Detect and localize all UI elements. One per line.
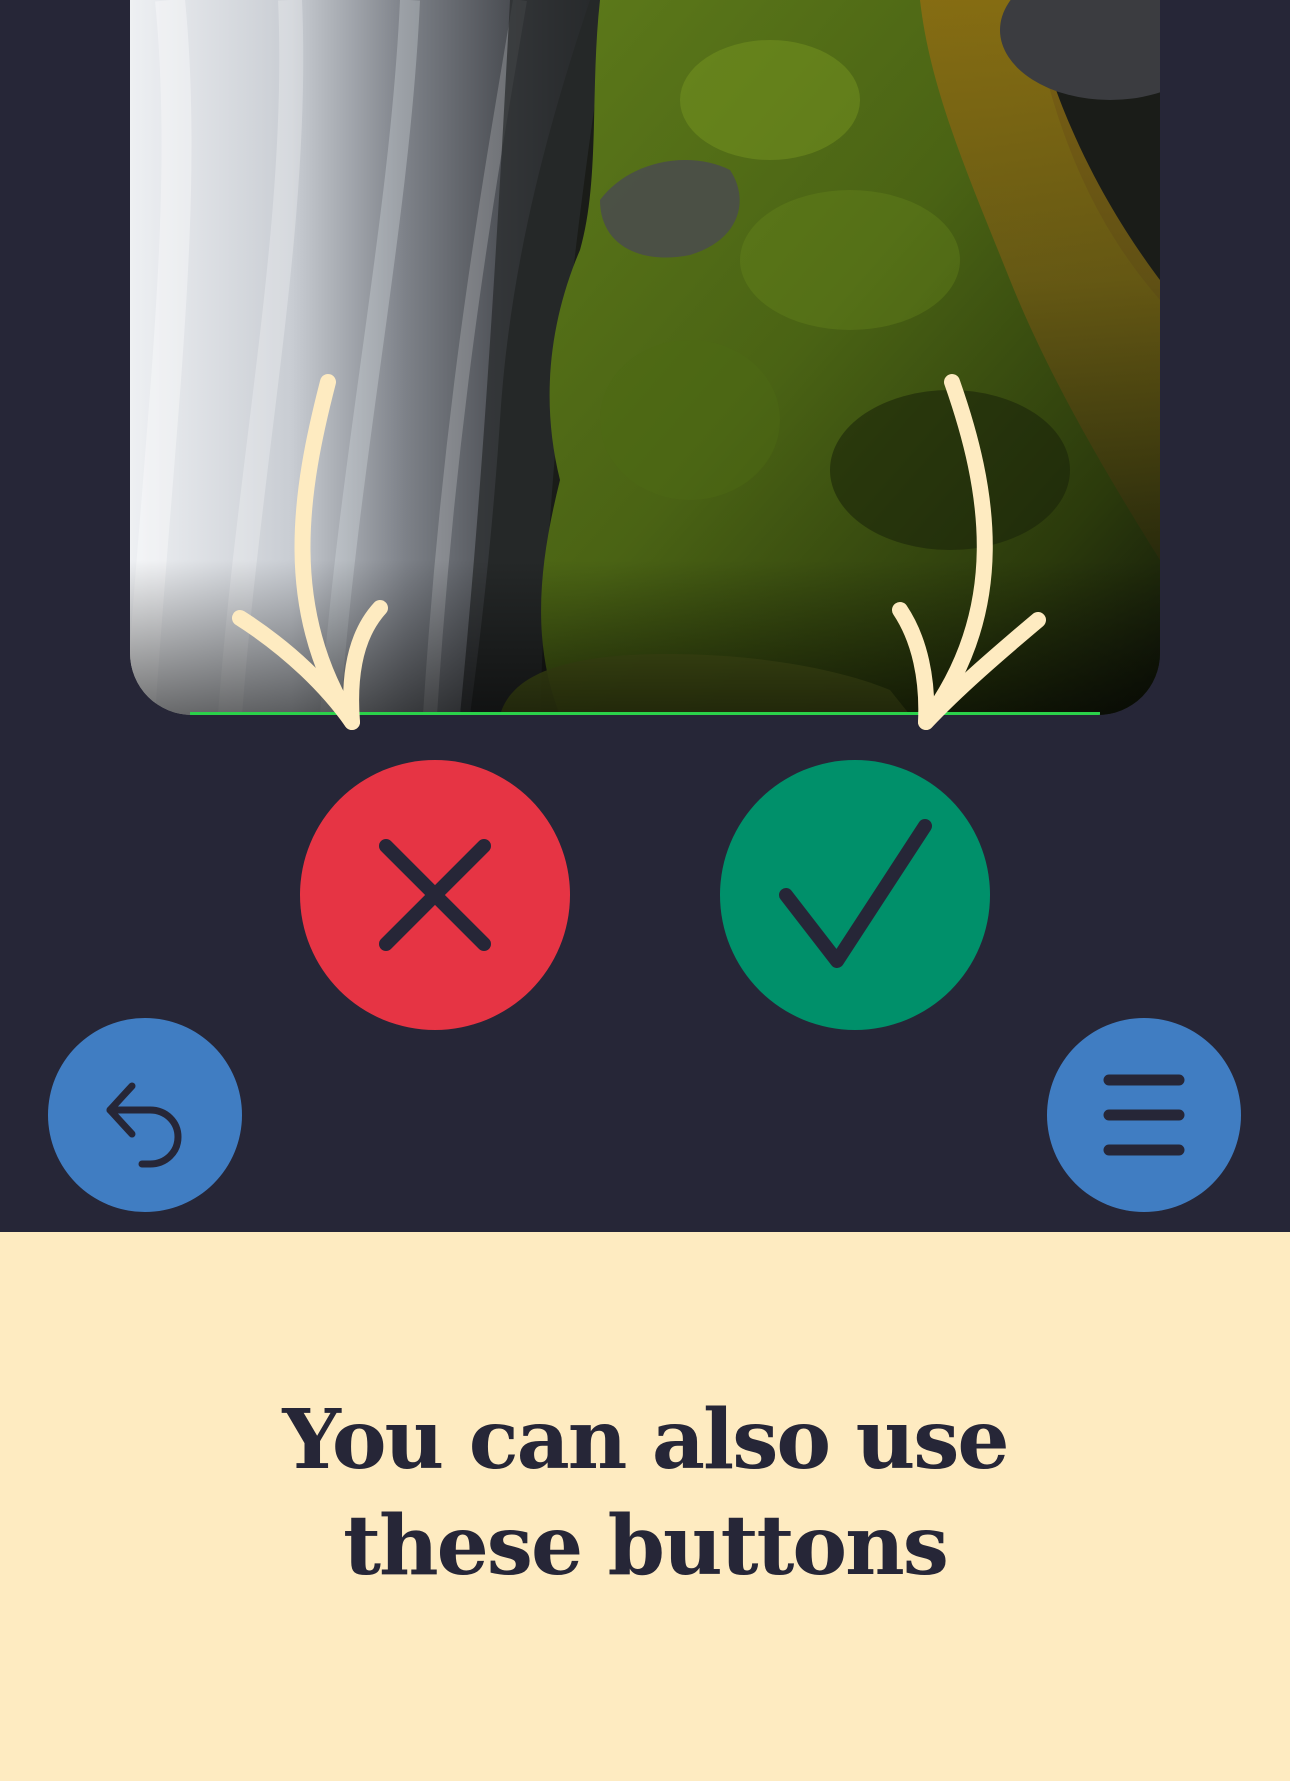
menu-button[interactable] (1047, 1018, 1241, 1212)
close-icon (300, 760, 570, 1030)
check-icon (720, 760, 990, 1030)
reject-button[interactable] (300, 760, 570, 1030)
app-screen: You can also use these buttons (0, 0, 1290, 1781)
hamburger-menu-icon (1047, 1018, 1241, 1212)
accept-button[interactable] (720, 760, 990, 1030)
undo-button[interactable] (48, 1018, 242, 1212)
tutorial-hint-text: You can also use these buttons (282, 1391, 1009, 1594)
photo-card[interactable] (130, 0, 1160, 715)
tutorial-panel: You can also use these buttons (0, 1232, 1290, 1781)
card-area (0, 0, 1290, 1232)
undo-icon (48, 1018, 242, 1212)
waterfall-photo (130, 0, 1160, 715)
